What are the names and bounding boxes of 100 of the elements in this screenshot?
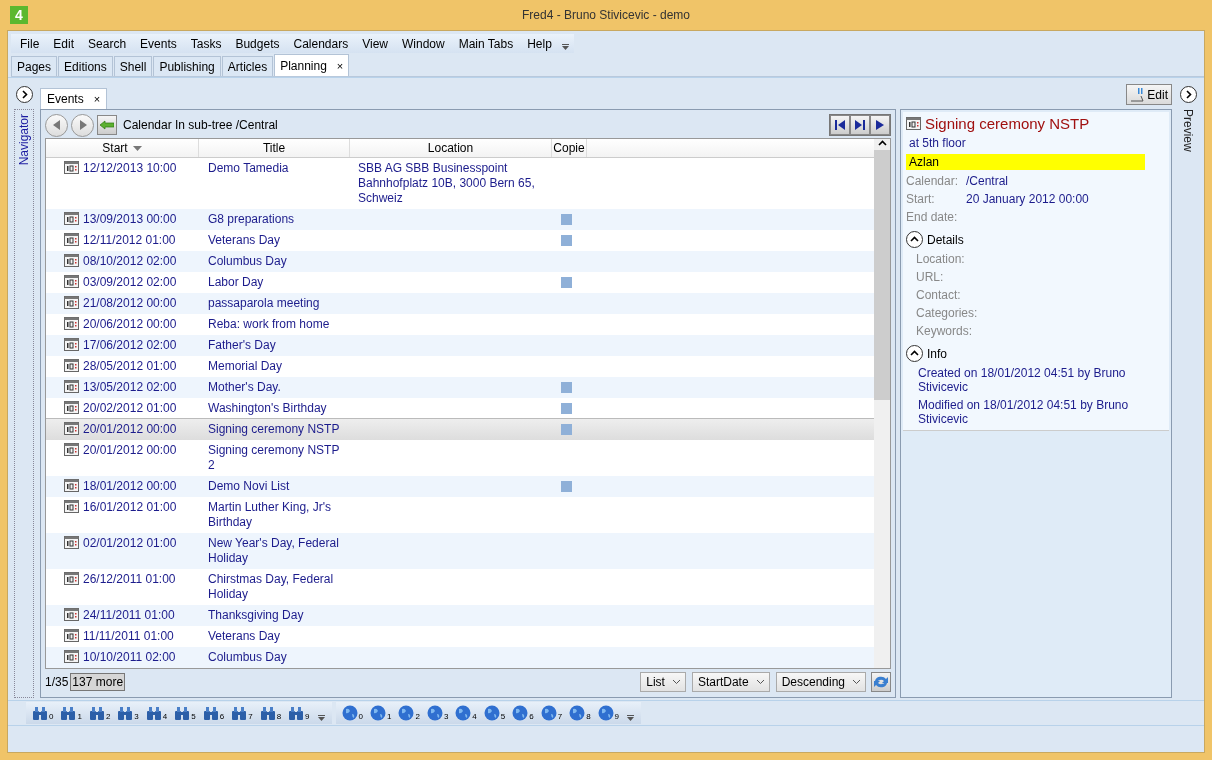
- globe-button[interactable]: 1: [368, 705, 394, 721]
- column-header[interactable]: Copie: [552, 139, 587, 157]
- table-row[interactable]: 02/01/2012 01:00 New Year's Day, Federal Holiday: [46, 533, 874, 569]
- table-cell: 20/02/2012 01:00: [83, 401, 177, 416]
- table-row[interactable]: 24/11/2011 01:00 Thanksgiving Day: [46, 605, 874, 626]
- next-button[interactable]: [870, 115, 890, 135]
- main-tab[interactable]: Planning ×: [274, 54, 350, 76]
- binoculars-button[interactable]: 0: [30, 705, 56, 721]
- binoculars-icon: [288, 705, 305, 721]
- table-row[interactable]: 13/09/2013 00:00 G8 preparations: [46, 209, 874, 230]
- scrollbar[interactable]: [874, 139, 890, 668]
- menu-item[interactable]: Window: [395, 36, 452, 51]
- column-header[interactable]: Title: [199, 139, 350, 157]
- menu-item[interactable]: Main Tabs: [451, 36, 521, 51]
- globe-icon: [540, 705, 557, 721]
- main-tab[interactable]: Articles: [221, 56, 274, 76]
- binoculars-button[interactable]: 4: [143, 705, 170, 721]
- back-button[interactable]: [45, 113, 68, 137]
- menu-item[interactable]: File: [13, 36, 47, 51]
- table-cell: 08/10/2012 02:00: [83, 254, 177, 269]
- collapse-button[interactable]: [906, 345, 923, 362]
- globe-button[interactable]: 2: [396, 705, 422, 721]
- table-row[interactable]: 10/10/2011 02:00 Columbus Day: [46, 647, 874, 668]
- table-row[interactable]: 18/01/2012 00:00 Demo Novi List: [46, 476, 874, 497]
- dropdown[interactable]: Descending: [775, 672, 866, 692]
- globe-button[interactable]: 0: [339, 705, 365, 721]
- globe-icon: [483, 705, 500, 721]
- table-row[interactable]: 13/05/2012 02:00 Mother's Day.: [46, 377, 874, 398]
- menu-item[interactable]: Search: [81, 36, 134, 51]
- last-button[interactable]: [850, 115, 870, 135]
- binoculars-button[interactable]: 8: [257, 705, 284, 721]
- table-row[interactable]: 17/06/2012 02:00 Father's Day: [46, 335, 874, 356]
- close-icon[interactable]: ×: [336, 59, 344, 72]
- table-row[interactable]: 20/02/2012 01:00 Washington's Birthday: [46, 398, 874, 419]
- expand-button[interactable]: [1179, 86, 1197, 103]
- column-header[interactable]: Start: [46, 139, 199, 157]
- edit-button[interactable]: Edit: [1126, 84, 1172, 105]
- globe-icon: [398, 705, 415, 721]
- globe-button[interactable]: 5: [481, 705, 508, 721]
- table-cell-text: Thanksgiving Day: [207, 608, 305, 623]
- main-tab[interactable]: Publishing: [153, 56, 221, 76]
- menu-item[interactable]: Events: [133, 36, 184, 51]
- table-cell-text: Columbus Day: [207, 254, 288, 269]
- forward-button[interactable]: [71, 113, 94, 137]
- binoculars-button[interactable]: 5: [172, 705, 198, 721]
- preview-label[interactable]: Preview: [1181, 109, 1195, 152]
- chevron-icon: [1183, 90, 1193, 99]
- expand-button[interactable]: [15, 86, 33, 103]
- globe-button[interactable]: 6: [510, 705, 536, 721]
- overflow-icon[interactable]: [317, 715, 325, 721]
- binoculars-button[interactable]: 2: [86, 705, 113, 721]
- collapse-button[interactable]: [906, 231, 923, 248]
- column-header[interactable]: Location: [350, 139, 552, 157]
- globe-button[interactable]: 3: [424, 705, 451, 721]
- globe-button[interactable]: 4: [453, 705, 479, 721]
- table-row[interactable]: 21/08/2012 00:00 passaparola meeting: [46, 293, 874, 314]
- binoculars-button[interactable]: 7: [229, 705, 255, 721]
- up-button[interactable]: [97, 115, 117, 135]
- edit-icon: [1130, 87, 1145, 102]
- binoculars-button[interactable]: 1: [58, 705, 84, 721]
- left-arrow-icon: [100, 120, 114, 130]
- globe-button[interactable]: 8: [567, 705, 593, 721]
- menu-item[interactable]: Budgets: [228, 36, 287, 51]
- globe-button[interactable]: 7: [538, 705, 565, 721]
- main-tab[interactable]: Pages: [11, 56, 58, 76]
- info-text: Created on 18/01/2012 04:51 by Bruno Stivicevic: [917, 366, 1127, 394]
- menu-item[interactable]: Help: [520, 36, 559, 51]
- result-count: 1/35: [45, 675, 69, 689]
- menu-item[interactable]: Tasks: [183, 36, 229, 51]
- table-cell: 16/01/2012 01:00: [83, 500, 177, 515]
- more-button[interactable]: 137 more: [70, 673, 126, 691]
- main-tab[interactable]: Shell: [113, 56, 153, 76]
- table-cell: 03/09/2012 02:00: [83, 275, 177, 290]
- menu-item[interactable]: View: [355, 36, 395, 51]
- refresh-button[interactable]: [871, 672, 891, 692]
- section-title: Details: [927, 232, 964, 247]
- calendar-icon: [64, 500, 79, 513]
- overflow-icon[interactable]: [627, 715, 635, 721]
- globe-button[interactable]: 9: [595, 705, 622, 721]
- binoculars-button[interactable]: 3: [115, 705, 141, 721]
- dropdown[interactable]: List: [640, 672, 686, 692]
- navigator-strip[interactable]: Navigator: [14, 109, 34, 698]
- table-cell: 10/10/2011 02:00: [83, 650, 176, 665]
- binoculars-button[interactable]: 9: [286, 705, 312, 721]
- events-tab[interactable]: Events ×: [40, 88, 108, 109]
- dropdown[interactable]: StartDate: [691, 672, 770, 692]
- first-button[interactable]: [830, 115, 850, 135]
- main-tab[interactable]: Editions: [58, 56, 113, 76]
- close-icon[interactable]: ×: [93, 93, 101, 105]
- binoculars-button[interactable]: 6: [200, 705, 227, 721]
- overflow-icon[interactable]: [561, 44, 569, 50]
- chevron-icon: [910, 235, 919, 244]
- table-row[interactable]: 08/10/2012 02:00 Columbus Day: [46, 251, 874, 272]
- caret-icon: [756, 680, 764, 684]
- table-cell: 21/08/2012 00:00: [83, 296, 177, 311]
- menu-item[interactable]: Calendars: [286, 36, 356, 51]
- table-row[interactable]: 20/01/2012 00:00 Signing ceremony NSTP: [46, 419, 874, 440]
- menu-item[interactable]: Edit: [46, 36, 82, 51]
- last-icon: [855, 120, 865, 130]
- table-cell-text: Veterans Day: [207, 629, 282, 644]
